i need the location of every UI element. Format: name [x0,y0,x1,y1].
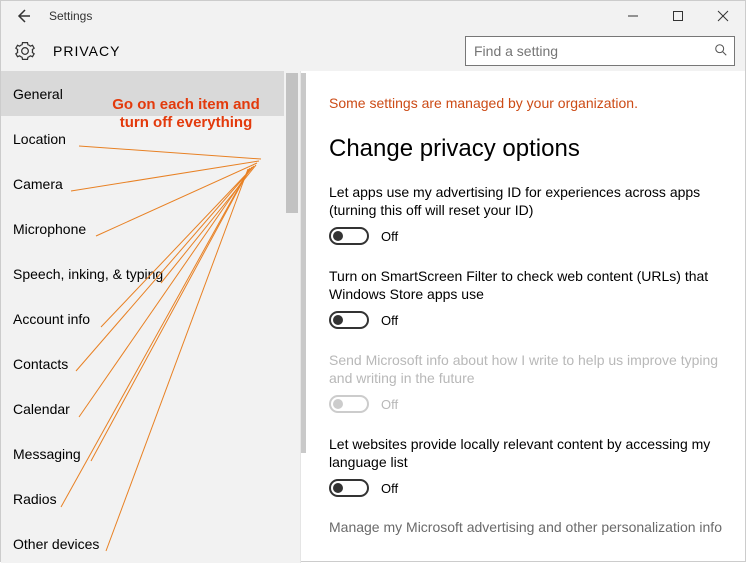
sidebar-item-other-devices[interactable]: Other devices [1,521,300,563]
option-smartscreen: Turn on SmartScreen Filter to check web … [329,267,723,329]
search-box[interactable] [465,36,735,66]
search-input[interactable] [474,43,714,59]
toggle-state: Off [381,481,398,496]
sidebar-item-account-info[interactable]: Account info [1,296,300,341]
sidebar-item-label: Messaging [13,446,81,462]
sidebar-item-label: Location [13,131,66,147]
manage-ads-link[interactable]: Manage my Microsoft advertising and othe… [329,519,723,535]
toggle-send-typing-info [329,395,369,413]
option-label: Send Microsoft info about how I write to… [329,351,723,387]
sidebar-item-label: Microphone [13,221,86,237]
toggle-advertising-id[interactable] [329,227,369,245]
close-button[interactable] [700,1,745,31]
toggle-state: Off [381,313,398,328]
sidebar-scrollbar[interactable] [284,71,300,563]
toggle-state: Off [381,397,398,412]
sidebar-item-label: Account info [13,311,90,327]
back-button[interactable] [1,1,45,31]
minimize-icon [627,10,639,22]
sidebar-item-label: Contacts [13,356,68,372]
settings-gear [11,37,39,65]
sidebar-item-label: General [13,86,63,102]
maximize-icon [672,10,684,22]
content-pane: Some settings are managed by your organi… [301,71,745,563]
titlebar: Settings [1,1,745,31]
option-advertising-id: Let apps use my advertising ID for exper… [329,183,723,245]
sidebar: General Location Camera Microphone Speec… [1,71,301,563]
toggle-language-list[interactable] [329,479,369,497]
sidebar-item-calendar[interactable]: Calendar [1,386,300,431]
scrollbar-thumb[interactable] [286,73,298,213]
window-title: Settings [45,9,92,23]
org-managed-notice: Some settings are managed by your organi… [329,95,723,111]
option-send-typing-info: Send Microsoft info about how I write to… [329,351,723,413]
sidebar-item-speech-inking-typing[interactable]: Speech, inking, & typing [1,251,300,296]
close-icon [717,10,729,22]
sidebar-item-radios[interactable]: Radios [1,476,300,521]
sidebar-item-general[interactable]: General [1,71,300,116]
section-title: Change privacy options [329,135,723,163]
sidebar-item-location[interactable]: Location [1,116,300,161]
minimize-button[interactable] [610,1,655,31]
toggle-smartscreen[interactable] [329,311,369,329]
sidebar-item-label: Camera [13,176,63,192]
sidebar-item-messaging[interactable]: Messaging [1,431,300,476]
option-language-list: Let websites provide locally relevant co… [329,435,723,497]
content-scrollbar[interactable] [301,71,306,563]
sidebar-item-contacts[interactable]: Contacts [1,341,300,386]
option-label: Turn on SmartScreen Filter to check web … [329,267,723,303]
option-label: Let apps use my advertising ID for exper… [329,183,723,219]
maximize-button[interactable] [655,1,700,31]
toggle-state: Off [381,229,398,244]
page-heading: PRIVACY [53,43,120,59]
option-label: Let websites provide locally relevant co… [329,435,723,471]
back-arrow-icon [14,7,32,25]
sidebar-item-camera[interactable]: Camera [1,161,300,206]
search-icon [714,43,728,60]
sidebar-item-microphone[interactable]: Microphone [1,206,300,251]
sidebar-item-label: Speech, inking, & typing [13,266,163,282]
sidebar-item-label: Radios [13,491,57,507]
sidebar-item-label: Calendar [13,401,70,417]
gear-icon [15,41,35,61]
scrollbar-thumb[interactable] [301,73,306,453]
sidebar-item-label: Other devices [13,536,99,552]
header-row: PRIVACY [1,31,745,71]
